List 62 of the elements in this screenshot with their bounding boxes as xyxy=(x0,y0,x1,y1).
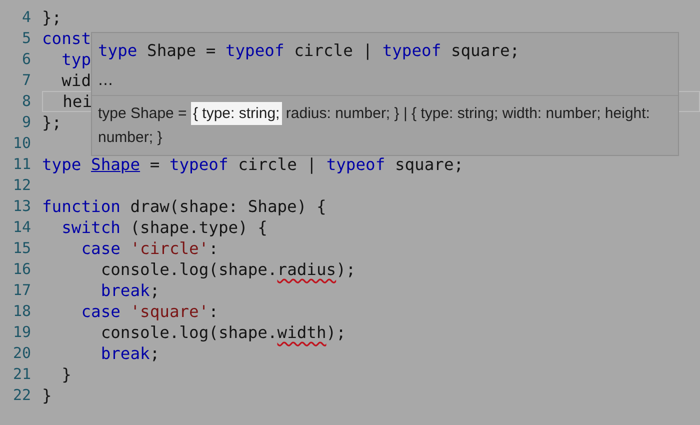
line-number: 16 xyxy=(12,259,31,280)
code-token: console.log(shape. xyxy=(100,323,278,342)
code-token: ; xyxy=(150,281,160,300)
code-token: 'square' xyxy=(130,302,209,321)
code-token: }; xyxy=(42,8,62,27)
line-number: 13 xyxy=(12,196,31,217)
line-number: 18 xyxy=(12,301,31,322)
code-token: square; xyxy=(394,155,464,174)
code-token: typeof xyxy=(225,41,284,60)
code-token: draw(shape: Shape) { xyxy=(129,197,326,216)
code-token: typeof xyxy=(382,41,442,60)
line-number: 21 xyxy=(12,364,31,385)
code-token: wid xyxy=(60,71,92,90)
code-token: type xyxy=(42,155,82,174)
line-number: 14 xyxy=(12,217,31,238)
code-token: console.log(shape. xyxy=(100,260,278,279)
line-number: 6 xyxy=(20,49,31,70)
code-token: case xyxy=(80,239,122,258)
line-number: 17 xyxy=(12,280,31,301)
line-number: 22 xyxy=(12,385,31,406)
code-token: } xyxy=(42,386,52,405)
code-token: const xyxy=(42,29,92,48)
code-token: : xyxy=(208,239,218,258)
code-token: hei xyxy=(62,92,92,111)
line-number: 20 xyxy=(12,343,31,364)
code-token: break xyxy=(100,344,150,363)
type-expansion-text: type Shape = { type: string; radius: number; } | { type: string; width: number; height: number; } xyxy=(98,102,658,150)
code-token: switch xyxy=(60,218,120,237)
line-number: 9 xyxy=(20,112,31,133)
line-number: 15 xyxy=(12,238,31,259)
code-token: : xyxy=(208,302,218,321)
code-token: typ xyxy=(60,50,92,69)
line-number: 12 xyxy=(12,175,31,196)
type-link[interactable]: Shape xyxy=(91,155,140,174)
code-token: typeof xyxy=(169,155,228,174)
code-token: ); xyxy=(336,260,356,279)
code-token: square; xyxy=(450,41,520,60)
line-number: 19 xyxy=(12,322,31,343)
code-token: (shape.type) { xyxy=(129,218,268,237)
code-token: width xyxy=(277,323,326,342)
code-token: function xyxy=(42,197,120,216)
code-token: Shape = xyxy=(146,41,217,60)
code-token: } xyxy=(60,365,72,384)
code-token: typeof xyxy=(326,155,386,174)
code-token: circle | xyxy=(293,41,374,60)
line-number: 10 xyxy=(12,133,31,154)
line-number: 7 xyxy=(20,70,31,91)
code-token: ); xyxy=(326,323,346,342)
code-token: case xyxy=(80,302,122,321)
line-number: 11 xyxy=(12,154,31,175)
code-token: = xyxy=(148,155,161,174)
line-number: 8 xyxy=(20,91,31,112)
code-token: break xyxy=(100,281,150,300)
code-token: type xyxy=(98,41,138,60)
ellipsis: … xyxy=(98,71,113,89)
code-token: circle | xyxy=(237,155,318,174)
line-number: 4 xyxy=(20,7,31,28)
code-token: ; xyxy=(150,344,160,363)
code-token: }; xyxy=(42,113,62,132)
line-number: 5 xyxy=(20,28,31,49)
code-token: radius xyxy=(277,260,336,279)
code-token: 'circle' xyxy=(130,239,209,258)
